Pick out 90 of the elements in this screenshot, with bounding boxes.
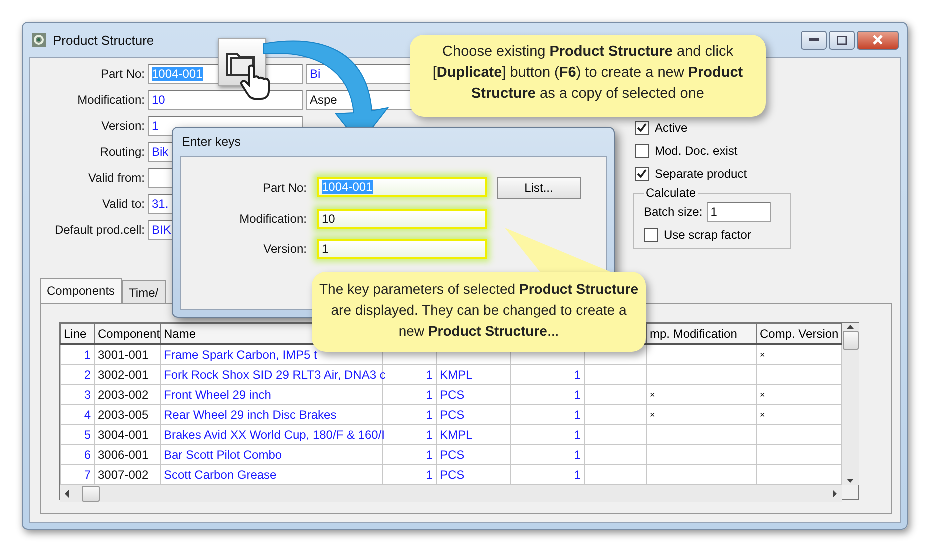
maximize-icon	[837, 36, 847, 44]
maximize-button[interactable]	[829, 30, 855, 50]
horizontal-scrollbar[interactable]	[60, 485, 842, 502]
table-cell: 7	[60, 464, 94, 484]
scroll-up-icon[interactable]	[847, 323, 854, 331]
table-cell: 6	[60, 444, 94, 464]
table-cell: KMPL	[436, 364, 510, 384]
table-cell: ×	[646, 384, 756, 404]
scroll-thumb[interactable]	[842, 331, 858, 350]
app-icon	[31, 32, 47, 48]
field-label: Routing:	[99, 145, 145, 159]
table-cell: PCS	[436, 384, 510, 404]
table-cell: 1	[382, 424, 436, 444]
table-cell: Bar Scott Pilot Combo	[160, 444, 382, 464]
tab[interactable]: Time/	[122, 280, 166, 304]
field-label: Batch size:	[644, 205, 703, 219]
field-label: Default prod.cell:	[54, 223, 145, 237]
table-cell: ×	[756, 384, 842, 404]
table-cell: 1	[382, 404, 436, 424]
table-cell: 4	[60, 404, 94, 424]
table-cell: 1	[510, 364, 584, 384]
checkbox-label: Use scrap factor	[664, 228, 752, 242]
table-cell: ×	[756, 344, 842, 364]
window-title: Product Structure	[53, 32, 154, 48]
table-cell: 5	[60, 424, 94, 444]
field-label: Part No:	[100, 67, 145, 81]
table-cell: ×	[646, 404, 756, 424]
table-cell: 1	[510, 444, 584, 464]
close-icon	[873, 35, 883, 45]
column-header: Component	[94, 324, 160, 344]
table-cell: 2	[60, 364, 94, 384]
field-label: Version:	[100, 119, 145, 133]
minimize-button[interactable]	[801, 30, 827, 50]
minimize-icon	[809, 38, 819, 42]
table-cell: 2003-005	[94, 404, 160, 424]
list-button[interactable]: List...	[497, 177, 581, 199]
scroll-right-icon[interactable]	[832, 490, 838, 498]
column-header: mp. Modification	[646, 324, 756, 344]
field-label: Modification:	[76, 93, 145, 107]
table-cell: 3004-001	[94, 424, 160, 444]
table-cell: 1	[382, 464, 436, 484]
tab[interactable]: Components	[40, 278, 122, 304]
table-cell: ×	[756, 404, 842, 424]
checkbox[interactable]	[635, 167, 649, 181]
table-cell: 3006-001	[94, 444, 160, 464]
checkbox[interactable]	[644, 228, 658, 242]
input-field[interactable]: 1	[317, 239, 487, 259]
input-field[interactable]: 10	[317, 209, 487, 229]
scroll-thumb[interactable]	[82, 486, 100, 502]
table-cell: 1	[382, 384, 436, 404]
group-title: Calculate	[645, 186, 698, 200]
table-cell: 3	[60, 384, 94, 404]
table-cell: PCS	[436, 444, 510, 464]
close-button[interactable]	[857, 30, 899, 50]
input-field[interactable]: 10	[148, 90, 303, 110]
table-cell: 1	[510, 384, 584, 404]
table-cell: 1	[60, 344, 94, 364]
field-label: Modification:	[238, 212, 307, 226]
table-cell: 1	[510, 464, 584, 484]
scroll-left-icon[interactable]	[64, 490, 70, 498]
table-cell: KMPL	[436, 424, 510, 444]
field-label: Valid from:	[88, 171, 145, 185]
column-header: Comp. Version	[756, 324, 842, 344]
table-cell: 1	[510, 424, 584, 444]
checkbox-label: Separate product	[655, 167, 748, 181]
field-label: Valid to:	[102, 197, 145, 211]
table-cell: Front Wheel 29 inch	[160, 384, 382, 404]
table-cell: 2003-002	[94, 384, 160, 404]
checkbox[interactable]	[635, 144, 649, 158]
checkbox-label: Mod. Doc. exist	[655, 144, 738, 158]
table-cell: Brakes Avid XX World Cup, 180/F & 160/I	[160, 424, 382, 444]
callout-tooltip: Choose existing Product Structure and click [Duplicate] button (F6) to create a new Product Structure as a copy of selected one	[410, 35, 766, 117]
table-cell: Scott Carbon Grease	[160, 464, 382, 484]
field-label: Part No:	[262, 181, 307, 195]
dialog-title: Enter keys	[181, 134, 242, 151]
table-cell: PCS	[436, 404, 510, 424]
input-field[interactable]: 1	[706, 202, 771, 222]
checkbox-label: Active	[655, 121, 688, 135]
table-cell: 3002-001	[94, 364, 160, 384]
column-header: Line	[60, 324, 94, 344]
scroll-down-icon[interactable]	[847, 477, 854, 485]
table-cell: 1	[510, 404, 584, 424]
table-cell: PCS	[436, 464, 510, 484]
checkbox[interactable]	[635, 121, 649, 135]
field-label: Version:	[262, 242, 307, 256]
vertical-scrollbar[interactable]	[842, 323, 859, 485]
table-cell: 3001-001	[94, 344, 160, 364]
table-cell: 3007-002	[94, 464, 160, 484]
table-cell: Rear Wheel 29 inch Disc Brakes	[160, 404, 382, 424]
table-cell: 1	[382, 444, 436, 464]
